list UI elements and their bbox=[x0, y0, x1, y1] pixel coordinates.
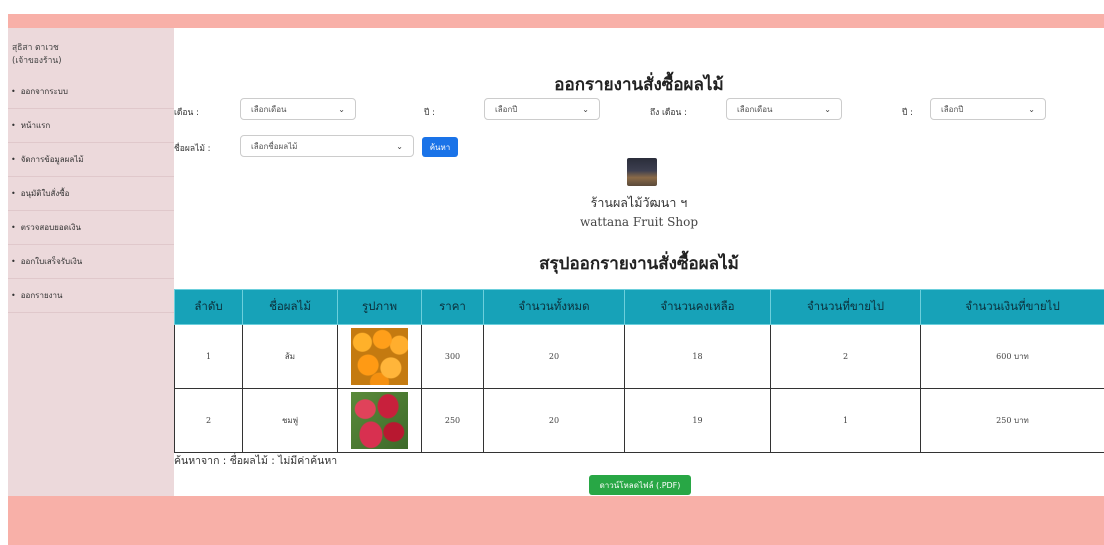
download-pdf-button[interactable]: ดาวน์โหลดไฟล์ (.PDF) bbox=[589, 475, 691, 495]
column-header: จำนวนคงเหลือ bbox=[624, 289, 771, 325]
bullet-icon: • bbox=[11, 291, 16, 300]
cell-price: 300 bbox=[421, 324, 484, 389]
sidebar-item-label: ออกรายงาน bbox=[20, 291, 63, 300]
table-header-row: ลำดับ ชื่อผลไม้ รูปภาพ ราคา จำนวนทั้งหมด… bbox=[174, 289, 1104, 325]
cell-sold: 1 bbox=[770, 388, 921, 453]
bullet-icon: • bbox=[11, 121, 16, 130]
cell-remaining: 18 bbox=[624, 324, 771, 389]
to-year-select-value: เลือกปี bbox=[941, 104, 964, 114]
sidebar-item-receipt[interactable]: • ออกใบเสร็จรับเงิน bbox=[8, 245, 174, 279]
bullet-icon: • bbox=[11, 87, 16, 96]
user-role: (เจ้าของร้าน) bbox=[12, 56, 62, 66]
column-header: ชื่อผลไม้ bbox=[242, 289, 338, 325]
chevron-down-icon: ⌄ bbox=[338, 104, 345, 114]
month-select[interactable]: เลือกเดือน ⌄ bbox=[240, 98, 356, 120]
shop-name-en: wattana Fruit Shop bbox=[579, 215, 699, 229]
sidebar: สุธิสา ตาเวช (เจ้าของร้าน) • ออกจากระบบ •… bbox=[8, 28, 174, 496]
month-label: เดือน : bbox=[174, 108, 199, 118]
orange-image bbox=[351, 328, 408, 385]
column-header: จำนวนที่ขายไป bbox=[770, 289, 921, 325]
cell-amount: 600 บาท bbox=[920, 324, 1104, 389]
cell-total: 20 bbox=[483, 324, 625, 389]
sidebar-item-label: ออกใบเสร็จรับเงิน bbox=[20, 257, 83, 266]
search-button[interactable]: ค้นหา bbox=[422, 137, 458, 157]
sidebar-item-label: ตรวจสอบยอดเงิน bbox=[20, 223, 81, 232]
bullet-icon: • bbox=[11, 189, 16, 198]
fruit-select-value: เลือกชื่อผลไม้ bbox=[251, 141, 298, 151]
cell-no: 2 bbox=[174, 388, 243, 453]
user-name: สุธิสา ตาเวช bbox=[12, 43, 59, 53]
cell-total: 20 bbox=[483, 388, 625, 453]
report-table: ลำดับ ชื่อผลไม้ รูปภาพ ราคา จำนวนทั้งหมด… bbox=[174, 289, 1104, 453]
sidebar-item-label: ออกจากระบบ bbox=[20, 87, 68, 96]
cell-amount: 250 บาท bbox=[920, 388, 1104, 453]
fruit-label: ชื่อผลไม้ : bbox=[174, 144, 211, 154]
column-header: รูปภาพ bbox=[337, 289, 422, 325]
shop-name-th: ร้านผลไม้วัฒนา ฯ bbox=[590, 195, 688, 210]
main-content: ออกรายงานสั่งซื้อผลไม้ เดือน : เลือกเดือ… bbox=[174, 28, 1104, 496]
chevron-down-icon: ⌄ bbox=[1028, 104, 1035, 114]
sidebar-item-check-payment[interactable]: • ตรวจสอบยอดเงิน bbox=[8, 211, 174, 245]
bullet-icon: • bbox=[11, 223, 16, 232]
column-header: จำนวนเงินที่ขายไป bbox=[920, 289, 1104, 325]
cell-image bbox=[337, 324, 422, 389]
sidebar-item-label: อนุมัติใบสั่งซื้อ bbox=[20, 189, 70, 198]
sidebar-item-manage-fruit[interactable]: • จัดการข้อมูลผลไม้ bbox=[8, 143, 174, 177]
chevron-down-icon: ⌄ bbox=[824, 104, 831, 114]
column-header: จำนวนทั้งหมด bbox=[483, 289, 625, 325]
column-header: ลำดับ bbox=[174, 289, 243, 325]
sidebar-item-report[interactable]: • ออกรายงาน bbox=[8, 279, 174, 313]
cell-no: 1 bbox=[174, 324, 243, 389]
bullet-icon: • bbox=[11, 257, 16, 266]
sidebar-menu: • ออกจากระบบ • หน้าแรก • จัดการข้อมูลผลไม้ … bbox=[8, 75, 174, 313]
to-month-select[interactable]: เลือกเดือน ⌄ bbox=[726, 98, 842, 120]
sidebar-item-home[interactable]: • หน้าแรก bbox=[8, 109, 174, 143]
year-select-value: เลือกปี bbox=[495, 104, 518, 114]
year-select[interactable]: เลือกปี ⌄ bbox=[484, 98, 600, 120]
user-info: สุธิสา ตาเวช (เจ้าของร้าน) bbox=[8, 28, 174, 68]
fruit-select[interactable]: เลือกชื่อผลไม้ ⌄ bbox=[240, 135, 414, 157]
month-select-value: เลือกเดือน bbox=[251, 104, 287, 114]
summary-title: สรุปออกรายงานสั่งซื้อผลไม้ bbox=[539, 254, 739, 274]
rose-apple-image bbox=[351, 392, 408, 449]
cell-sold: 2 bbox=[770, 324, 921, 389]
chevron-down-icon: ⌄ bbox=[396, 141, 403, 151]
to-year-select[interactable]: เลือกปี ⌄ bbox=[930, 98, 1046, 120]
bullet-icon: • bbox=[11, 155, 16, 164]
cell-image bbox=[337, 388, 422, 453]
cell-price: 250 bbox=[421, 388, 484, 453]
table-row: 2 ชมพู่ 250 20 19 1 250 บาท bbox=[174, 388, 1104, 453]
chevron-down-icon: ⌄ bbox=[582, 104, 589, 114]
table-row: 1 ส้ม 300 20 18 2 600 บาท bbox=[174, 324, 1104, 389]
sidebar-item-label: จัดการข้อมูลผลไม้ bbox=[20, 155, 84, 164]
sidebar-item-logout[interactable]: • ออกจากระบบ bbox=[8, 75, 174, 109]
to-year-label: ปี : bbox=[902, 108, 913, 118]
cell-name: ส้ม bbox=[242, 324, 338, 389]
sidebar-item-approve-orders[interactable]: • อนุมัติใบสั่งซื้อ bbox=[8, 177, 174, 211]
column-header: ราคา bbox=[421, 289, 484, 325]
sidebar-item-label: หน้าแรก bbox=[20, 121, 51, 130]
to-month-select-value: เลือกเดือน bbox=[737, 104, 773, 114]
search-note: ค้นหาจาก : ชื่อผลไม้ : ไม่มีค่าค้นหา bbox=[174, 455, 338, 467]
cell-remaining: 19 bbox=[624, 388, 771, 453]
year-label: ปี : bbox=[424, 108, 435, 118]
top-bar bbox=[8, 14, 1104, 28]
cell-name: ชมพู่ bbox=[242, 388, 338, 453]
footer-bar bbox=[8, 496, 1104, 545]
page-title: ออกรายงานสั่งซื้อผลไม้ bbox=[554, 75, 724, 95]
shop-logo-icon bbox=[627, 158, 657, 186]
to-month-label: ถึง เดือน : bbox=[650, 108, 687, 118]
